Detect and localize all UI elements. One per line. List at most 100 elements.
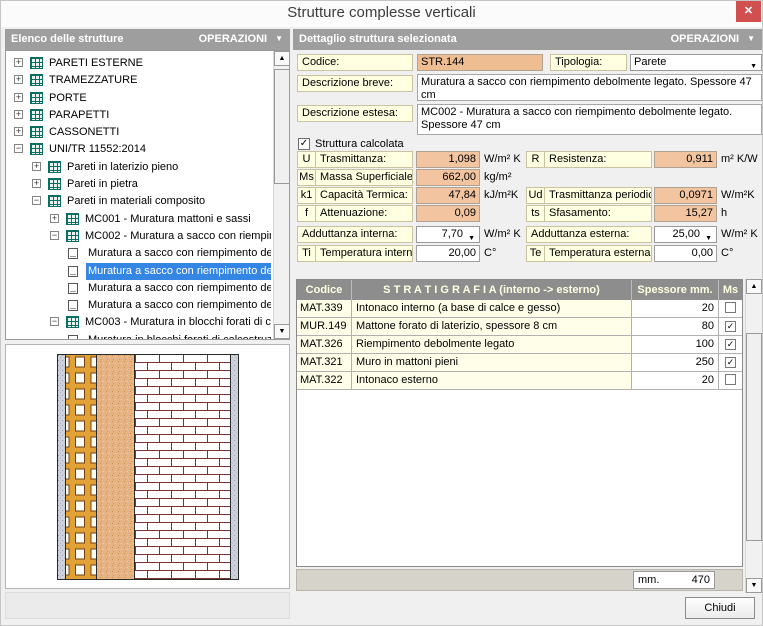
expand-icon[interactable]: +: [50, 214, 59, 223]
table-scrollbar-thumb[interactable]: [746, 333, 762, 541]
expand-icon[interactable]: +: [14, 75, 23, 84]
tree-group-item[interactable]: +PARETI ESTERNE: [6, 55, 272, 72]
unit-label: kg/m²: [484, 169, 512, 186]
sfasamento-label: ts Sfasamento:: [526, 205, 652, 222]
cell-spessore: 100: [632, 336, 719, 353]
collapse-icon[interactable]: −: [50, 317, 59, 326]
scroll-up-icon[interactable]: ▲: [746, 279, 762, 294]
tree-scrollbar-thumb[interactable]: [274, 69, 290, 184]
left-operations-button[interactable]: OPERAZIONI▼: [199, 29, 283, 50]
layer-icon: [68, 283, 78, 294]
header-stratigrafia: S T R A T I G R A F I A (interno -> este…: [352, 280, 632, 300]
resistenza-value: 0,911: [654, 151, 717, 168]
collapse-icon[interactable]: −: [32, 196, 41, 205]
chiudi-button[interactable]: Chiudi: [685, 597, 755, 619]
table-row[interactable]: MAT.322Intonaco esterno20: [297, 372, 742, 390]
tree-group-item[interactable]: +TRAMEZZATURE: [6, 72, 272, 89]
right-operations-button[interactable]: OPERAZIONI▼: [671, 29, 755, 50]
tree-group-item[interactable]: +PORTE: [6, 90, 272, 107]
tree-group-item[interactable]: −Pareti in materiali composito: [6, 193, 272, 210]
cell-ms: ✓: [719, 336, 742, 353]
resistenza-label: R Resistenza:: [526, 151, 652, 168]
structure-icon: [66, 230, 79, 242]
total-thickness-label: mm.: [638, 572, 659, 588]
close-icon[interactable]: ✕: [736, 1, 761, 22]
tree-group-item[interactable]: − MC003 - Muratura in blocchi forati di c…: [6, 314, 272, 331]
attenuazione-value: 0,09: [416, 205, 480, 222]
collapse-icon[interactable]: −: [50, 231, 59, 240]
temperatura-esterna-field[interactable]: 0,00: [654, 245, 717, 262]
codice-label: Codice:: [297, 54, 413, 71]
tree-group-item[interactable]: +MC001 - Muratura mattoni e sassi: [6, 211, 272, 228]
tree-leaf-item[interactable]: Muratura a sacco con riempimento deb: [6, 263, 272, 280]
adduttanza-esterna-select[interactable]: 25,00 ▼: [654, 226, 717, 243]
scroll-up-icon[interactable]: ▲: [274, 51, 290, 66]
cell-descrizione: Muro in mattoni pieni: [352, 354, 632, 371]
tree-group-item[interactable]: + PARAPETTI: [6, 107, 272, 124]
collapse-icon[interactable]: −: [14, 144, 23, 153]
window-title: Strutture complesse verticali: [1, 4, 762, 21]
descrizione-breve-label: Descrizione breve:: [297, 75, 413, 92]
table-row[interactable]: MUR.149Mattone forato di laterizio, spes…: [297, 318, 742, 336]
ms-checkbox[interactable]: ✓: [725, 357, 736, 368]
chevron-down-icon: ▼: [468, 231, 475, 246]
structure-icon: [30, 74, 43, 86]
ms-checkbox[interactable]: ✓: [725, 321, 736, 332]
title-bar: Strutture complesse verticali ✕: [1, 1, 762, 27]
tree-leaf-item[interactable]: Muratura in blocchi forati di calcestruz…: [6, 332, 272, 339]
cell-spessore: 20: [632, 300, 719, 317]
expand-icon[interactable]: +: [32, 179, 41, 188]
total-thickness-value: 470: [692, 572, 710, 588]
unit-label: W/m² K: [484, 151, 521, 168]
tree-group-item[interactable]: +Pareti in pietra: [6, 176, 272, 193]
right-panel-title: Dettaglio struttura selezionata: [293, 33, 457, 45]
expand-icon[interactable]: +: [14, 93, 23, 102]
tree-item-label: MC003 - Muratura in blocchi forati di ca…: [83, 314, 271, 331]
tree-group-item[interactable]: −MC002 - Muratura a sacco con riempimen: [6, 228, 272, 245]
temperatura-interna-field[interactable]: 20,00: [416, 245, 480, 262]
scroll-down-icon[interactable]: ▼: [274, 324, 290, 339]
expand-icon[interactable]: +: [14, 110, 23, 119]
wall-preview-panel: [5, 344, 290, 589]
ms-checkbox[interactable]: [725, 374, 736, 385]
ms-checkbox[interactable]: ✓: [725, 339, 736, 350]
trasmittanza-periodica-value: 0,0971: [654, 187, 717, 204]
cell-ms: [719, 372, 742, 389]
total-thickness-box: mm. 470: [633, 571, 715, 589]
tree-leaf-item[interactable]: Muratura a sacco con riempimento deb: [6, 245, 272, 262]
tree-item-label: UNI/TR 11552:2014: [47, 141, 271, 158]
adduttanza-interna-label: Adduttanza interna:: [297, 226, 413, 243]
structure-icon: [48, 195, 61, 207]
structure-icon: [30, 126, 43, 138]
unit-label: W/m² K: [721, 226, 758, 243]
table-row[interactable]: MAT.326Riempimento debolmente legato100✓: [297, 336, 742, 354]
cell-codice: MUR.149: [297, 318, 352, 335]
tree-group-item[interactable]: +Pareti in laterizio pieno: [6, 159, 272, 176]
expand-icon[interactable]: +: [14, 127, 23, 136]
table-header: Codice S T R A T I G R A F I A (interno …: [297, 280, 742, 300]
tree-group-item[interactable]: − UNI/TR 11552:2014: [6, 141, 272, 158]
tree-item-label: PARAPETTI: [47, 107, 271, 124]
cell-descrizione: Intonaco interno (a base di calce e gess…: [352, 300, 632, 317]
table-scrollbar: ▲ ▼: [745, 279, 761, 593]
right-operations-label: OPERAZIONI: [671, 33, 739, 45]
scroll-down-icon[interactable]: ▼: [746, 578, 762, 593]
table-row[interactable]: MAT.321Muro in mattoni pieni250✓: [297, 354, 742, 372]
tree-group-item[interactable]: +CASSONETTI: [6, 124, 272, 141]
tree-leaf-item[interactable]: Muratura a sacco con riempimento deb: [6, 280, 272, 297]
ms-checkbox[interactable]: [725, 302, 736, 313]
tipologia-select[interactable]: Parete ▼: [630, 54, 762, 71]
table-row[interactable]: MAT.339Intonaco interno (a base di calce…: [297, 300, 742, 318]
expand-icon[interactable]: +: [14, 58, 23, 67]
cell-ms: ✓: [719, 318, 742, 335]
struttura-calcolata-checkbox[interactable]: ✓: [298, 138, 310, 150]
expand-icon[interactable]: +: [32, 162, 41, 171]
struttura-calcolata-label: Struttura calcolata: [315, 138, 404, 151]
unit-label: C°: [484, 245, 496, 262]
descrizione-breve-field[interactable]: Muratura a sacco con riempimento debolme…: [417, 74, 762, 101]
header-ms: Ms: [719, 280, 742, 300]
adduttanza-interna-select[interactable]: 7,70 ▼: [416, 226, 480, 243]
descrizione-estesa-field[interactable]: MC002 - Muratura a sacco con riempimento…: [417, 104, 762, 135]
trasmittanza-value: 1,098: [416, 151, 480, 168]
tree-leaf-item[interactable]: Muratura a sacco con riempimento deb: [6, 297, 272, 314]
